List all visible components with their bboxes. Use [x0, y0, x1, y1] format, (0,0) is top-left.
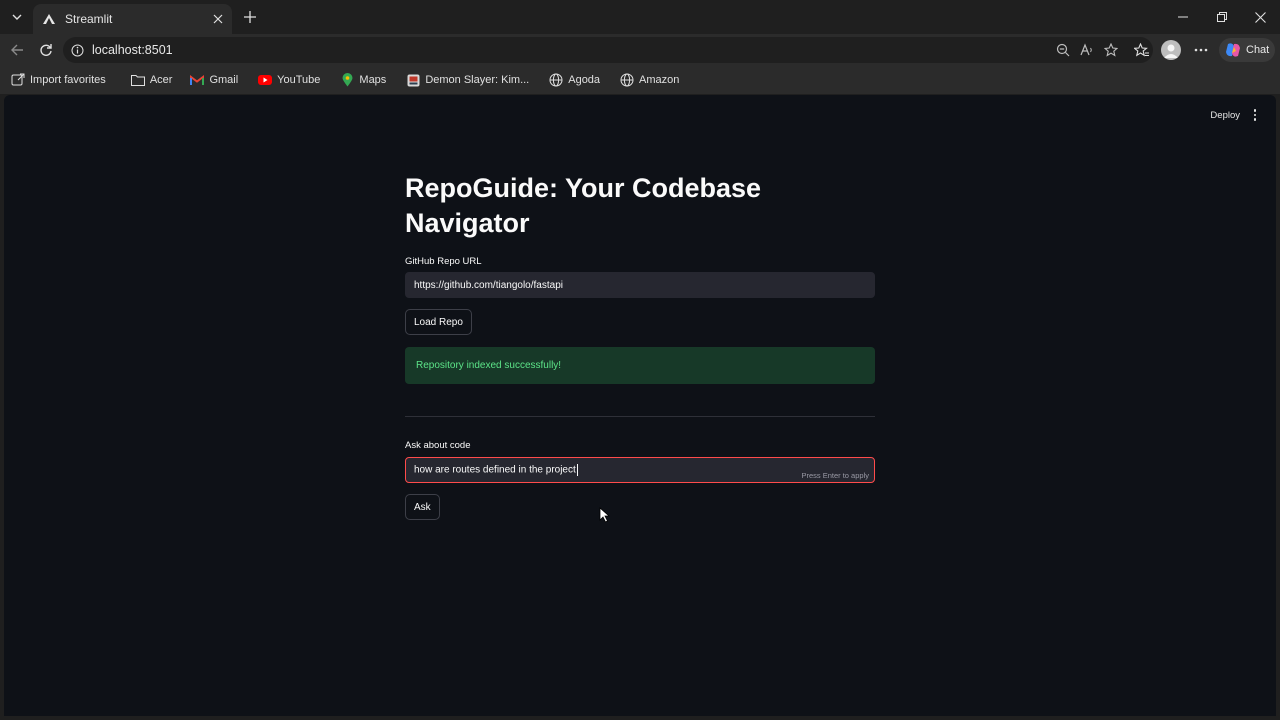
repo-url-value: https://github.com/tiangolo/fastapi — [414, 279, 563, 291]
more-vertical-icon — [1253, 109, 1257, 121]
main-menu-button[interactable] — [1250, 107, 1260, 123]
import-icon — [11, 73, 25, 87]
browser-tab-streamlit[interactable]: Streamlit — [33, 4, 232, 34]
tab-list-button[interactable] — [6, 7, 28, 27]
tab-close-button[interactable] — [208, 9, 228, 29]
bookmark-label: Amazon — [639, 74, 680, 86]
copilot-chat-button[interactable]: Chat — [1219, 38, 1275, 62]
question-value: how are routes defined in the project — [414, 464, 578, 476]
favorites-star-icon — [1133, 42, 1149, 56]
question-label: Ask about code — [405, 440, 471, 451]
profile-avatar[interactable] — [1161, 40, 1181, 60]
minimize-button[interactable] — [1172, 6, 1194, 28]
maps-icon — [340, 73, 354, 87]
load-repo-button[interactable]: Load Repo — [405, 309, 472, 335]
bookmark-amazon[interactable]: Amazon — [614, 69, 685, 91]
close-icon — [213, 14, 223, 24]
mouse-cursor-icon — [599, 507, 611, 523]
star-icon — [1104, 43, 1118, 57]
reload-icon — [40, 44, 52, 56]
youtube-icon — [258, 73, 273, 87]
ask-button[interactable]: Ask — [405, 494, 440, 520]
streamlit-favicon-icon — [41, 11, 57, 27]
bookmarks-bar: Import favorites Acer Gmail YouTube Maps… — [0, 66, 1280, 94]
chevron-down-icon — [12, 14, 22, 20]
browser-toolbar: localhost:8501 Chat — [0, 34, 1280, 66]
restore-icon — [1217, 12, 1227, 22]
bookmark-import-favorites[interactable]: Import favorites — [5, 69, 112, 91]
success-alert: Repository indexed successfully! — [405, 347, 875, 384]
maximize-button[interactable] — [1211, 6, 1233, 28]
globe-icon — [620, 73, 634, 87]
site-icon — [406, 73, 420, 87]
bookmark-label: Agoda — [568, 74, 601, 86]
zoom-out-icon — [1056, 43, 1070, 57]
deploy-button[interactable]: Deploy — [1210, 107, 1240, 123]
chat-label: Chat — [1246, 44, 1270, 56]
tab-title: Streamlit — [65, 12, 113, 26]
reload-button[interactable] — [35, 39, 57, 61]
plus-icon — [244, 11, 256, 23]
back-button[interactable] — [6, 39, 28, 61]
page-title: RepoGuide: Your Codebase Navigator — [405, 173, 762, 238]
globe-icon — [549, 73, 563, 87]
minimize-icon — [1178, 16, 1188, 18]
close-window-button[interactable] — [1249, 6, 1271, 28]
arrow-left-icon — [11, 44, 23, 56]
question-text: how are routes defined in the project — [414, 464, 576, 476]
bookmark-label: YouTube — [277, 74, 321, 86]
divider — [405, 416, 875, 417]
bookmark-youtube[interactable]: YouTube — [252, 69, 326, 91]
bookmark-label: Maps — [359, 74, 387, 86]
browser-titlebar: Streamlit — [0, 0, 1280, 34]
bookmark-label: Acer — [149, 74, 173, 86]
bookmark-acer[interactable]: Acer — [125, 69, 179, 91]
repo-url-input[interactable]: https://github.com/tiangolo/fastapi — [405, 272, 875, 298]
text-caret — [576, 464, 578, 476]
success-message: Repository indexed successfully! — [416, 360, 562, 371]
bookmark-label: Demon Slayer: Kim... — [425, 74, 530, 86]
read-aloud-icon — [1080, 43, 1092, 56]
url-text: localhost:8501 — [92, 43, 173, 57]
bookmark-gmail[interactable]: Gmail — [184, 69, 244, 91]
gmail-icon — [190, 73, 205, 87]
favorites-button[interactable] — [1130, 39, 1152, 61]
close-icon — [1254, 11, 1266, 23]
settings-menu-button[interactable] — [1190, 39, 1212, 61]
streamlit-viewport: Deploy RepoGuide: Your Codebase Navigato… — [4, 95, 1276, 716]
favorite-button[interactable] — [1101, 40, 1121, 60]
folder-icon — [130, 73, 145, 87]
zoom-button[interactable] — [1053, 40, 1073, 60]
copilot-icon — [1226, 43, 1240, 57]
site-info-icon[interactable] — [71, 44, 84, 57]
read-aloud-button[interactable] — [1077, 40, 1097, 60]
bookmark-agoda[interactable]: Agoda — [543, 69, 606, 91]
press-enter-hint: Press Enter to apply — [801, 471, 869, 480]
bookmark-demon-slayer[interactable]: Demon Slayer: Kim... — [400, 69, 535, 91]
bookmark-label: Import favorites — [30, 74, 106, 86]
new-tab-button[interactable] — [240, 7, 260, 27]
bookmark-label: Gmail — [209, 74, 239, 86]
address-bar[interactable]: localhost:8501 — [63, 37, 1153, 63]
question-input[interactable]: how are routes defined in the project Pr… — [405, 457, 875, 483]
person-icon — [1164, 44, 1178, 58]
bookmark-maps[interactable]: Maps — [334, 69, 392, 91]
more-horizontal-icon — [1194, 48, 1208, 52]
repo-url-label: GitHub Repo URL — [405, 256, 482, 267]
